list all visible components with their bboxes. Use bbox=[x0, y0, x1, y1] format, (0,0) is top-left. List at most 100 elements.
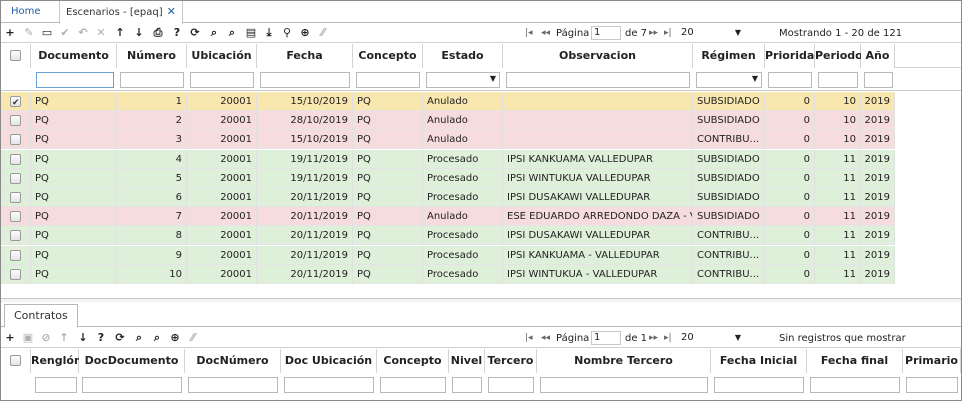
cell-ubicacion[interactable]: 20001 bbox=[187, 111, 257, 130]
cancel-icon[interactable]: ⊘ bbox=[38, 330, 54, 346]
cell-anio[interactable]: 2019 bbox=[861, 130, 895, 149]
cell-numero[interactable]: 8 bbox=[117, 226, 187, 245]
cell-concepto[interactable]: PQ bbox=[353, 169, 423, 188]
cell-prioridad[interactable]: 0 bbox=[765, 207, 815, 226]
delete-icon[interactable]: ✕ bbox=[93, 25, 109, 41]
cell-prioridad[interactable]: 0 bbox=[765, 169, 815, 188]
filter-prioridad[interactable] bbox=[768, 72, 812, 88]
col-estado[interactable]: Estado bbox=[423, 44, 503, 68]
cell-numero[interactable]: 9 bbox=[117, 246, 187, 265]
cell-documento[interactable]: PQ bbox=[31, 111, 117, 130]
col-concepto[interactable]: Concepto bbox=[377, 349, 449, 373]
filter-renglon[interactable] bbox=[35, 377, 77, 393]
cell-ubicacion[interactable]: 20001 bbox=[187, 150, 257, 169]
cell-documento[interactable]: PQ bbox=[31, 188, 117, 207]
prev-page-icon[interactable]: ◂◂ bbox=[541, 329, 550, 348]
table-row[interactable]: PQ 7 20001 20/11/2019 PQ Anulado ESE EDUARDO A… bbox=[1, 207, 895, 226]
table-row[interactable]: PQ 10 20001 20/11/2019 PQ Procesado IPSI WINTU… bbox=[1, 265, 895, 284]
cell-ubicacion[interactable]: 20001 bbox=[187, 188, 257, 207]
table-row[interactable]: PQ12000115/10/2019PQAnuladoSUBSIDIADO010… bbox=[1, 92, 895, 111]
col-regimen[interactable]: Régimen bbox=[693, 44, 765, 68]
table-row[interactable]: PQ 5 20001 19/11/2019 PQ Procesado IPSI WINTUK… bbox=[1, 169, 895, 188]
cell-documento[interactable]: PQ bbox=[31, 207, 117, 226]
col-periodo[interactable]: Periodo bbox=[815, 44, 863, 68]
filter-periodo[interactable] bbox=[818, 72, 858, 88]
cell-numero[interactable]: 6 bbox=[117, 188, 187, 207]
cell-periodo[interactable]: 11 bbox=[815, 265, 861, 284]
col-fecha[interactable]: Fecha bbox=[257, 44, 353, 68]
first-page-icon[interactable]: |◂ bbox=[525, 24, 533, 43]
cell-estado[interactable]: Anulado bbox=[423, 207, 503, 226]
cell-fecha[interactable]: 19/11/2019 bbox=[257, 150, 353, 169]
cell-anio[interactable]: 2019 bbox=[861, 169, 895, 188]
page-size-select[interactable]: 20 ▼ bbox=[681, 26, 743, 40]
page-size-select[interactable]: 20 ▼ bbox=[681, 331, 743, 345]
move-up-icon[interactable]: ↑ bbox=[56, 330, 72, 346]
col-observacion[interactable]: Observacion bbox=[503, 44, 693, 68]
plus-circle-icon[interactable]: ⊕ bbox=[167, 330, 183, 346]
row-checkbox[interactable] bbox=[10, 94, 21, 111]
cell-fecha[interactable]: 15/10/2019 bbox=[257, 92, 353, 111]
filter-documento[interactable] bbox=[36, 72, 114, 88]
cell-fecha[interactable]: 20/11/2019 bbox=[257, 188, 353, 207]
add-icon[interactable]: + bbox=[2, 330, 18, 346]
cell-estado[interactable]: Procesado bbox=[423, 188, 503, 207]
cell-anio[interactable]: 2019 bbox=[861, 150, 895, 169]
cell-documento[interactable]: PQ bbox=[31, 150, 117, 169]
filter-nombre-tercero[interactable] bbox=[540, 377, 708, 393]
filter-numero[interactable] bbox=[120, 72, 184, 88]
cell-estado[interactable]: Anulado bbox=[423, 111, 503, 130]
filter-regimen-select[interactable]: ▼ bbox=[696, 72, 762, 88]
cell-periodo[interactable]: 11 bbox=[815, 226, 861, 245]
filter-observacion[interactable] bbox=[506, 72, 690, 88]
cell-numero[interactable]: 2 bbox=[117, 111, 187, 130]
cell-estado[interactable]: Procesado bbox=[423, 246, 503, 265]
col-numero[interactable]: Número bbox=[117, 44, 187, 68]
cell-estado[interactable]: Anulado bbox=[423, 92, 503, 111]
col-prioridad[interactable]: Prioridad bbox=[765, 44, 822, 68]
prev-page-icon[interactable]: ◂◂ bbox=[541, 24, 550, 43]
cell-concepto[interactable]: PQ bbox=[353, 207, 423, 226]
cell-documento[interactable]: PQ bbox=[31, 92, 117, 111]
cell-anio[interactable]: 2019 bbox=[861, 188, 895, 207]
filter-docubicacion[interactable] bbox=[284, 377, 374, 393]
page-input[interactable]: 1 bbox=[591, 26, 621, 40]
table-row[interactable]: PQ 3 20001 15/10/2019 PQ Anulado CONTRIBU... 0 1… bbox=[1, 130, 895, 149]
cell-ubicacion[interactable]: 20001 bbox=[187, 207, 257, 226]
cell-fecha[interactable]: 19/11/2019 bbox=[257, 169, 353, 188]
cell-documento[interactable]: PQ bbox=[31, 265, 117, 284]
col-docdocumento[interactable]: DocDocumento bbox=[79, 349, 185, 373]
row-checkbox[interactable] bbox=[10, 173, 21, 184]
pin-icon[interactable]: ⚲ bbox=[279, 25, 295, 41]
next-page-icon[interactable]: ▸▸ bbox=[649, 329, 658, 348]
cell-numero[interactable]: 1 bbox=[117, 92, 187, 111]
col-fecha-inicial[interactable]: Fecha Inicial bbox=[711, 349, 807, 373]
cell-observacion[interactable]: IPSI WINTUKUA - VALLEDUPAR bbox=[503, 265, 693, 284]
cell-regimen[interactable]: CONTRIBU... bbox=[693, 246, 765, 265]
next-page-icon[interactable]: ▸▸ bbox=[649, 24, 658, 43]
cell-concepto[interactable]: PQ bbox=[353, 226, 423, 245]
col-docnumero[interactable]: DocNúmero bbox=[185, 349, 281, 373]
cell-regimen[interactable]: SUBSIDIADO bbox=[693, 92, 765, 111]
cell-documento[interactable]: PQ bbox=[31, 130, 117, 149]
cell-prioridad[interactable]: 0 bbox=[765, 111, 815, 130]
table-row[interactable]: PQ 2 20001 28/10/2019 PQ Anulado SUBSIDIADO 0 10… bbox=[1, 111, 895, 130]
cell-periodo[interactable]: 10 bbox=[815, 111, 861, 130]
cell-regimen[interactable]: CONTRIBU... bbox=[693, 226, 765, 245]
cell-observacion[interactable] bbox=[503, 92, 693, 111]
first-page-icon[interactable]: |◂ bbox=[525, 329, 533, 348]
row-checkbox[interactable] bbox=[10, 230, 21, 241]
cell-fecha[interactable]: 20/11/2019 bbox=[257, 207, 353, 226]
add-icon[interactable]: + bbox=[2, 25, 18, 41]
cell-ubicacion[interactable]: 20001 bbox=[187, 130, 257, 149]
cell-estado[interactable]: Anulado bbox=[423, 130, 503, 149]
filter-docdocumento[interactable] bbox=[82, 377, 182, 393]
close-icon[interactable]: ✕ bbox=[167, 5, 176, 18]
cell-fecha[interactable]: 20/11/2019 bbox=[257, 246, 353, 265]
cell-prioridad[interactable]: 0 bbox=[765, 246, 815, 265]
filter-anio[interactable] bbox=[864, 72, 893, 88]
col-primario[interactable]: Primario bbox=[903, 349, 961, 373]
cell-numero[interactable]: 7 bbox=[117, 207, 187, 226]
refresh-icon[interactable]: ⟳ bbox=[187, 25, 203, 41]
cell-concepto[interactable]: PQ bbox=[353, 92, 423, 111]
